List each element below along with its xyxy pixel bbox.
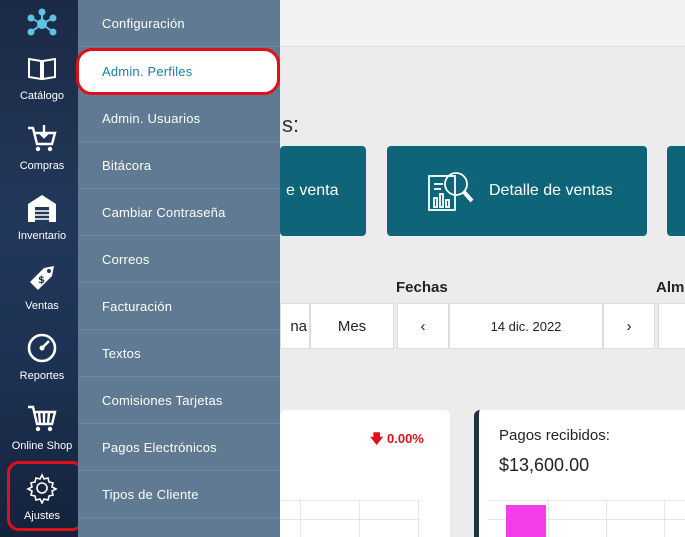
pagos-recibidos-title: Pagos recibidos:: [499, 427, 610, 444]
change-indicator: 🡇 0.00%: [370, 430, 424, 452]
ajustes-submenu: Configuración Admin. Perfiles Admin. Usu…: [76, 0, 280, 537]
rail-item-compras[interactable]: Compras: [0, 118, 84, 188]
rail-label: Online Shop: [11, 440, 73, 452]
submenu-item-facturacion[interactable]: Facturación: [78, 283, 280, 330]
shopping-cart-icon: [22, 398, 62, 438]
date-display[interactable]: 14 dic. 2022: [449, 303, 603, 349]
grid-line: [488, 500, 685, 501]
top-bar: [280, 0, 685, 47]
grid-line: [280, 519, 420, 520]
network-hub-icon: [22, 4, 62, 44]
change-percent: 0.00%: [387, 431, 424, 446]
warehouse-icon: [22, 188, 62, 228]
rail-item-online-shop[interactable]: Online Shop: [0, 398, 84, 468]
rail-label: Catálogo: [19, 90, 65, 102]
rail-label: Compras: [19, 160, 65, 172]
svg-text:$: $: [38, 275, 45, 286]
tile-detalle-de-ventas[interactable]: Detalle de ventas: [387, 146, 647, 236]
date-navigator: ‹ 14 dic. 2022 ›: [397, 303, 655, 349]
left-nav-rail: Catálogo Compras Inventario $ Ventas Rep…: [0, 0, 78, 537]
range-semana-button[interactable]: na: [280, 303, 310, 349]
ajustes-highlight: [7, 461, 84, 531]
rail-item-inventario[interactable]: Inventario: [0, 188, 84, 258]
rail-label: Inventario: [17, 230, 67, 242]
submenu-item-bitacora[interactable]: Bitácora: [78, 142, 280, 189]
submenu-item-admin-usuarios[interactable]: Admin. Usuarios: [78, 95, 280, 142]
grid-line: [280, 500, 420, 501]
date-next-button[interactable]: ›: [603, 303, 655, 349]
gauge-icon: [22, 328, 62, 368]
submenu-item-tipos-de-cliente[interactable]: Tipos de Cliente: [78, 471, 280, 518]
rail-item-ventas[interactable]: $ Ventas: [0, 258, 84, 328]
tile-punto-de-venta[interactable]: e venta: [280, 146, 366, 236]
submenu-item-cambiar-contrasena[interactable]: Cambiar Contraseña: [78, 189, 280, 236]
arrow-down-icon: 🡇: [370, 431, 384, 446]
stats-card-left: [280, 410, 450, 537]
submenu-item-textos[interactable]: Textos: [78, 330, 280, 377]
almacen-label: Alm: [656, 279, 685, 296]
date-prev-button[interactable]: ‹: [397, 303, 449, 349]
cart-download-icon: [22, 118, 62, 158]
almacen-select-box[interactable]: [658, 303, 685, 349]
submenu-item-comisiones-tarjetas[interactable]: Comisiones Tarjetas: [78, 377, 280, 424]
range-mes-button[interactable]: Mes: [310, 303, 394, 349]
rail-label: Reportes: [19, 370, 65, 382]
submenu-item-pagos-electronicos[interactable]: Pagos Electrónicos: [78, 424, 280, 471]
tile-label: e venta: [286, 182, 339, 199]
fechas-label: Fechas: [396, 279, 448, 296]
almacen-select[interactable]: [658, 303, 685, 349]
report-magnifier-icon: [425, 166, 475, 216]
range-button-group: na Mes: [280, 303, 394, 349]
submenu-item-configuracion[interactable]: Configuración: [78, 0, 280, 47]
rail-item-reportes[interactable]: Reportes: [0, 328, 84, 398]
chart-bar: [506, 505, 546, 537]
submenu-item-correos[interactable]: Correos: [78, 236, 280, 283]
pagos-recibidos-amount: $13,600.00: [499, 455, 590, 475]
rail-item-catalogo[interactable]: Catálogo: [0, 48, 84, 118]
tile-partial[interactable]: [667, 146, 685, 236]
price-tag-icon: $: [22, 258, 62, 298]
section-heading-fragment: s:: [282, 112, 300, 137]
rail-label: Ventas: [25, 300, 59, 312]
tile-label: Detalle de ventas: [489, 182, 613, 199]
submenu-item-admin-perfiles[interactable]: Admin. Perfiles: [76, 48, 280, 95]
book-icon: [22, 48, 62, 88]
